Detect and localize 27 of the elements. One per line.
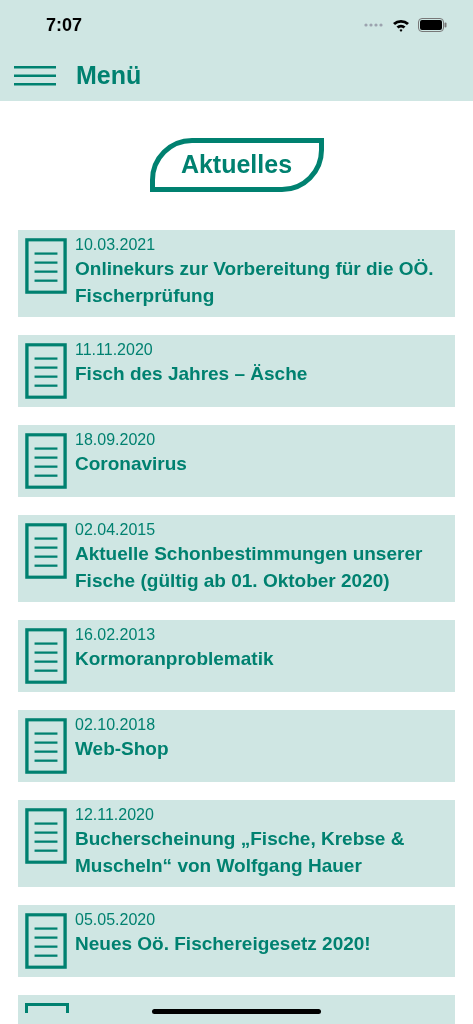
- news-card[interactable]: 05.05.2020 Neues Oö. Fischereigesetz 2020!: [18, 905, 455, 977]
- news-card[interactable]: 18.09.2020 Coronavirus: [18, 425, 455, 497]
- news-date: 11.11.2020: [75, 340, 154, 360]
- news-title: Aktuelle Schonbestimmungen unserer Fische (gültig ab 01. Oktober 2020): [75, 542, 424, 593]
- news-date: 02.04.2015: [75, 520, 157, 540]
- news-title: Web-Shop: [75, 737, 169, 761]
- news-title: Neues Oö. Fischereigesetz 2020!: [75, 932, 371, 956]
- status-time: 7:07: [46, 13, 83, 37]
- news-card[interactable]: 10.03.2021 Onlinekurs zur Vorbereitung für die OÖ. Fischerprüfung: [18, 230, 455, 317]
- news-date: 10.03.2021: [75, 235, 157, 255]
- news-date: 16.02.2013: [75, 625, 157, 645]
- news-card[interactable]: 16.02.2013 Kormoranproblematik: [18, 620, 455, 692]
- news-title: Fisch des Jahres – Äsche: [75, 362, 308, 386]
- news-card[interactable]: 12.11.2020 Bucherscheinung „Fische, Krebse & Muscheln“ von Wolfgang Hauer: [18, 800, 455, 887]
- news-title: Coronavirus: [75, 452, 187, 476]
- menu-button[interactable]: Menü: [14, 56, 142, 95]
- news-card[interactable]: 11.11.2020 Fisch des Jahres – Äsche: [18, 335, 455, 407]
- news-title: Bucherscheinung „Fische, Krebse & Muscheln“ von Wolfgang Hauer: [75, 827, 406, 878]
- news-title: Kormoranproblematik: [75, 647, 274, 671]
- section-heading: Aktuelles: [149, 138, 324, 192]
- news-date: 18.09.2020: [75, 430, 157, 450]
- news-card[interactable]: 02.04.2015 Aktuelle Schonbestimmungen unserer Fische (gültig ab 01. Oktober 2020): [18, 515, 455, 602]
- news-date: 05.05.2020: [75, 910, 157, 930]
- news-date: 12.11.2020: [75, 805, 155, 825]
- news-title: Onlinekurs zur Vorbereitung für die OÖ. Fischerprüfung: [75, 257, 435, 308]
- news-date: 02.10.2018: [75, 715, 157, 735]
- news-card[interactable]: 02.10.2018 Web-Shop: [18, 710, 455, 782]
